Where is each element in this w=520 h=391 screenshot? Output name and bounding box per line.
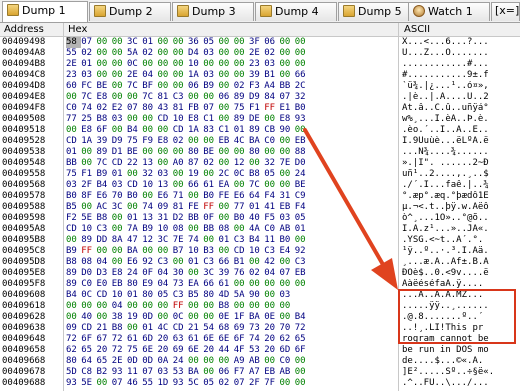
annotation-arrow-icon <box>303 128 398 290</box>
